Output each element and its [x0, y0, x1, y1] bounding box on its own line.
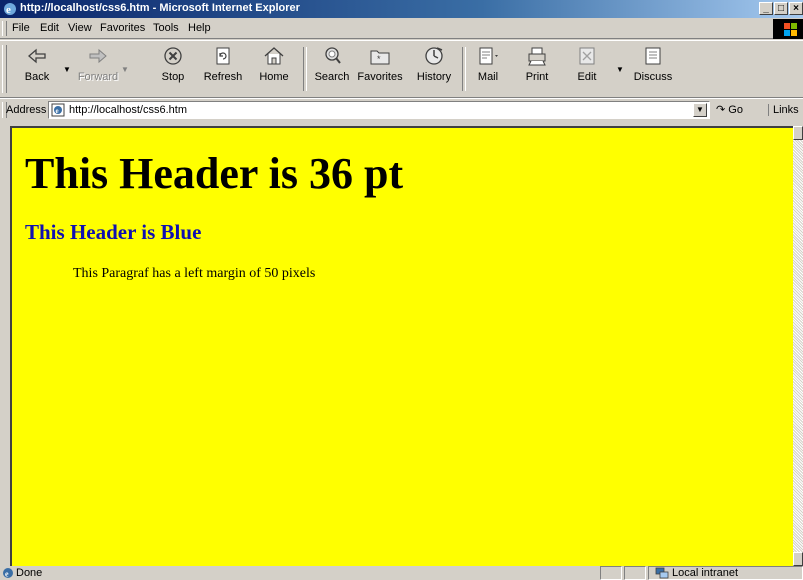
forward-label: Forward: [77, 71, 119, 83]
history-label: History: [416, 71, 452, 83]
go-button[interactable]: ↷ Go: [716, 103, 743, 116]
windows-logo-icon: [773, 19, 803, 39]
page-content: This Header is 36 pt This Header is Blue…: [10, 126, 793, 566]
links-label: Links: [773, 104, 799, 116]
status-bar: e Done Local intranet: [0, 566, 803, 580]
title-bar: e http://localhost/css6.htm - Microsoft …: [0, 0, 803, 18]
toolbar: Back ▼ Forward ▼ Stop Refresh Home Searc…: [0, 40, 803, 98]
search-button[interactable]: Search: [307, 45, 357, 95]
address-input[interactable]: [69, 103, 689, 117]
menu-view[interactable]: View: [68, 22, 92, 34]
scroll-up-icon[interactable]: [793, 126, 803, 140]
address-label: Address: [6, 104, 47, 116]
search-icon: [325, 47, 341, 64]
menu-file[interactable]: File: [12, 22, 30, 34]
search-label: Search: [314, 71, 350, 83]
status-text: Done: [16, 567, 43, 579]
home-icon: [264, 47, 284, 65]
toolbar-grip: [2, 45, 7, 93]
minimize-button[interactable]: _: [759, 2, 773, 15]
favorites-folder-icon: *: [370, 50, 390, 65]
mail-button[interactable]: Mail: [463, 45, 513, 95]
page-heading-blue: This Header is Blue: [25, 220, 202, 244]
forward-button[interactable]: Forward: [73, 45, 123, 95]
edit-icon: [579, 47, 595, 65]
favorites-button[interactable]: * Favorites: [355, 45, 405, 95]
back-label: Back: [24, 71, 50, 83]
address-bar: Address e ▼ ↷ Go Links: [0, 98, 803, 122]
stop-button[interactable]: Stop: [148, 45, 198, 95]
home-button[interactable]: Home: [249, 45, 299, 95]
forward-arrow-icon: [89, 48, 107, 64]
zone-text: Local intranet: [672, 567, 739, 579]
ie-logo-icon: e: [4, 3, 16, 16]
go-arrow-icon: ↷: [716, 104, 726, 116]
discuss-icon: [645, 47, 661, 65]
status-page-icon: e: [3, 568, 13, 579]
window-title: http://localhost/css6.htm - Microsoft In…: [20, 2, 300, 14]
menu-edit[interactable]: Edit: [40, 22, 59, 34]
menu-favorites[interactable]: Favorites: [100, 22, 145, 34]
svg-text:e: e: [56, 107, 59, 115]
go-label: Go: [728, 104, 743, 116]
discuss-button[interactable]: Discuss: [628, 45, 678, 95]
close-button[interactable]: ×: [789, 2, 803, 15]
mail-label: Mail: [477, 71, 499, 83]
back-dropdown-icon[interactable]: ▼: [63, 65, 71, 74]
page-paragraph: This Paragraf has a left margin of 50 pi…: [73, 266, 316, 281]
menu-grip: [2, 21, 7, 36]
refresh-label: Refresh: [203, 71, 243, 83]
back-arrow-icon: [28, 48, 46, 64]
stop-label: Stop: [161, 71, 185, 83]
vertical-scrollbar[interactable]: [793, 126, 803, 566]
page-heading-36pt: This Header is 36 pt: [25, 149, 404, 198]
address-field[interactable]: e ▼: [48, 101, 710, 119]
forward-dropdown-icon[interactable]: ▼: [121, 65, 129, 74]
print-label: Print: [525, 71, 549, 83]
status-panel: [624, 566, 646, 580]
home-label: Home: [259, 71, 289, 83]
menu-help[interactable]: Help: [188, 22, 211, 34]
menu-bar: File Edit View Favorites Tools Help: [0, 19, 803, 39]
refresh-button[interactable]: Refresh: [198, 45, 248, 95]
edit-dropdown-icon[interactable]: ▼: [616, 65, 624, 74]
menu-tools[interactable]: Tools: [153, 22, 179, 34]
svg-text:e: e: [6, 4, 11, 16]
edit-label: Edit: [577, 71, 597, 83]
address-dropdown-icon[interactable]: ▼: [693, 103, 707, 117]
history-button[interactable]: History: [409, 45, 459, 95]
print-button[interactable]: Print: [512, 45, 562, 95]
mail-icon: [479, 47, 498, 65]
intranet-icon: [655, 567, 669, 579]
maximize-button[interactable]: □: [774, 2, 788, 15]
links-button[interactable]: Links: [768, 104, 799, 116]
stop-icon: [164, 47, 182, 65]
back-button[interactable]: Back: [12, 45, 62, 95]
printer-icon: [528, 47, 546, 66]
discuss-label: Discuss: [633, 71, 673, 83]
status-panel: [600, 566, 622, 580]
history-icon: [425, 47, 443, 65]
scroll-down-icon[interactable]: [793, 552, 803, 566]
edit-button[interactable]: Edit: [562, 45, 612, 95]
svg-text:*: *: [377, 54, 381, 64]
favorites-label: Favorites: [357, 71, 403, 83]
page-icon: e: [51, 103, 65, 117]
refresh-icon: [216, 47, 230, 65]
svg-text:e: e: [5, 570, 9, 579]
